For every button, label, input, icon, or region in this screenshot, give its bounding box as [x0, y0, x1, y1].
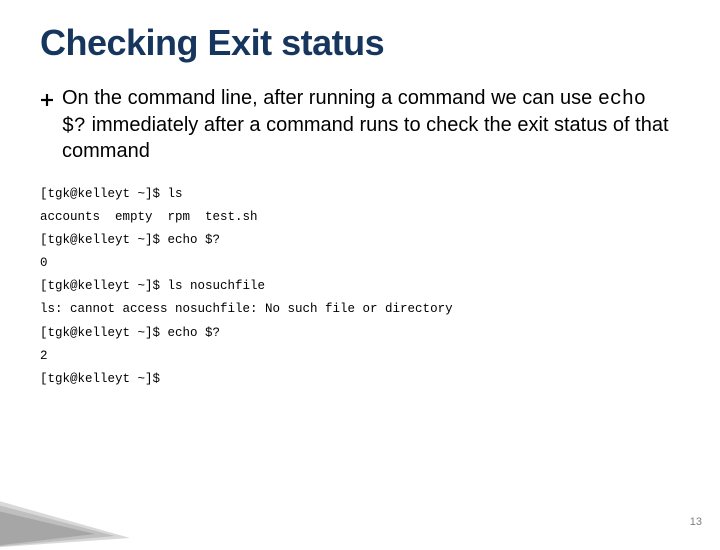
bullet-item: On the command line, after running a com… — [40, 86, 680, 165]
code-line: accounts empty rpm test.sh — [40, 206, 680, 229]
code-line: [tgk@kelleyt ~]$ echo $? — [40, 229, 680, 252]
code-line: [tgk@kelleyt ~]$ ls nosuchfile — [40, 275, 680, 298]
terminal-output: [tgk@kelleyt ~]$ lsaccounts empty rpm te… — [40, 183, 680, 391]
slide-content: Checking Exit status On the command line… — [0, 0, 720, 391]
bullet-text: On the command line, after running a com… — [62, 86, 680, 165]
code-line: 2 — [40, 345, 680, 368]
code-line: 0 — [40, 252, 680, 275]
bullet-glyph-icon — [40, 86, 54, 110]
bullet-post: immediately after a command runs to chec… — [62, 114, 669, 163]
page-title: Checking Exit status — [40, 22, 680, 64]
bullet-pre: On the command line, after running a com… — [62, 87, 598, 109]
code-line: [tgk@kelleyt ~]$ — [40, 368, 680, 391]
corner-decoration-icon — [0, 490, 160, 550]
code-line: [tgk@kelleyt ~]$ echo $? — [40, 322, 680, 345]
page-number: 13 — [690, 516, 702, 528]
code-line: ls: cannot access nosuchfile: No such fi… — [40, 298, 680, 321]
code-line: [tgk@kelleyt ~]$ ls — [40, 183, 680, 206]
